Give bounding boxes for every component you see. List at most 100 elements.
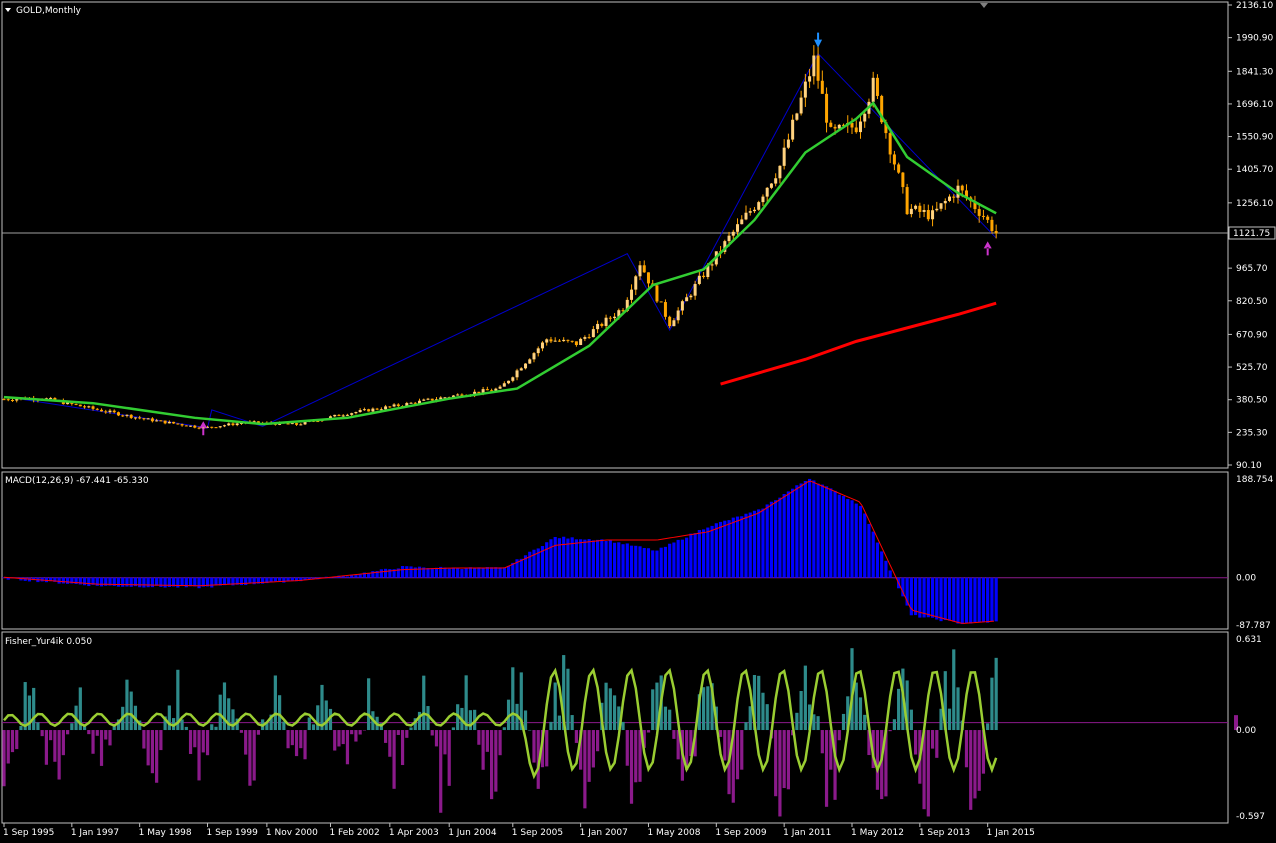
macd-histogram-bar [82, 577, 87, 586]
macd-histogram-bar [914, 577, 918, 616]
fisher-bar [44, 730, 48, 765]
fisher-bar [362, 730, 366, 731]
fisher-bar [608, 688, 612, 731]
macd-histogram-bar [935, 577, 939, 620]
fisher-bar [91, 730, 95, 754]
candle-body [299, 424, 303, 426]
fisher-bar [324, 700, 328, 731]
price-tick-label: 1256.10 [1236, 199, 1273, 209]
candle-body [613, 316, 617, 319]
candle-body [375, 408, 379, 410]
fisher-bar [129, 691, 133, 731]
macd-histogram-bar [744, 513, 748, 578]
fisher-bar [854, 682, 858, 731]
candle-body [524, 363, 528, 369]
macd-histogram-bar [460, 569, 464, 578]
candle-body [672, 320, 676, 327]
fisher-bar [40, 730, 44, 737]
fisher-tick-label: -0.597 [1236, 812, 1265, 822]
fisher-bar [36, 722, 40, 731]
chart-canvas[interactable]: 2136.10 1990.90 1841.30 1696.10 1550.90 1405.… [0, 0, 1276, 839]
x-tick-label: 1 Jan 1997 [71, 828, 119, 838]
candle-body [791, 119, 795, 140]
macd-histogram-bar [371, 571, 375, 578]
price-panel-frame [1, 1, 1229, 469]
fisher-bar [744, 722, 748, 731]
macd-histogram-bar [727, 520, 731, 578]
fisher-bar [197, 730, 201, 781]
candle-body [345, 414, 349, 416]
macd-histogram-bar [833, 490, 837, 578]
fisher-bar [786, 730, 790, 790]
candle-body [180, 424, 184, 426]
chart-title[interactable]: GOLD,Monthly [5, 6, 82, 16]
fisher-bar [350, 730, 354, 735]
fisher-bar [23, 682, 27, 731]
macd-histogram-bar [116, 577, 121, 587]
fisher-bar [248, 730, 252, 786]
price-layer [2, 32, 1228, 436]
macd-histogram-bar [227, 577, 231, 585]
candle-body [833, 126, 837, 129]
trading-chart[interactable]: 2136.10 1990.90 1841.30 1696.10 1550.90 1405.… [0, 0, 1276, 839]
candle-body [150, 418, 154, 422]
candle-body [189, 425, 193, 427]
chart-shift-marker-icon[interactable] [980, 3, 988, 8]
candle-body [935, 208, 939, 211]
fisher-bar [930, 730, 935, 749]
candle-body [702, 275, 706, 278]
candle-body [333, 414, 337, 417]
macd-histogram-bar [922, 577, 926, 618]
fisher-bar [549, 721, 553, 731]
x-tick-label: 1 Jan 2011 [783, 828, 831, 838]
fisher-bar [774, 730, 778, 797]
candle-body [676, 310, 680, 321]
fisher-bar [914, 730, 918, 755]
fisher-bar [795, 712, 799, 731]
macd-histogram-bar [837, 494, 841, 578]
fisher-bar [625, 730, 629, 766]
fisher-bar [964, 730, 969, 768]
fisher-bar [396, 730, 400, 735]
macd-histogram-bar [850, 500, 854, 578]
candle-body [112, 410, 116, 413]
candle-body [782, 147, 786, 166]
price-tick-label: 90.10 [1236, 461, 1262, 471]
x-tick-label: 1 Jan 2007 [580, 828, 628, 838]
macd-histogram-bar [757, 509, 761, 578]
macd-histogram-bar [659, 547, 663, 578]
fisher-bar [388, 730, 392, 757]
macd-histogram-bar [994, 577, 998, 622]
fisher-bar [782, 730, 786, 789]
macd-histogram-bar [863, 513, 867, 578]
macd-histogram-bar [345, 576, 350, 578]
buy-arrow-icon [199, 421, 208, 436]
fisher-bar [875, 730, 880, 790]
fisher-bar [422, 675, 426, 731]
candle-body [426, 398, 430, 400]
candle-body [922, 209, 926, 212]
candle-body [155, 420, 159, 422]
candle-body [901, 172, 905, 188]
macd-histogram-bar [574, 539, 578, 578]
candle-body [587, 337, 591, 339]
fisher-bar [188, 730, 193, 754]
candle-body [825, 93, 829, 123]
x-tick-label: 1 Sep 1999 [207, 828, 259, 838]
candle-body [566, 339, 570, 341]
fisher-bar [799, 690, 803, 731]
macd-histogram-bar [888, 570, 892, 578]
macd-histogram-bar [99, 577, 104, 587]
fisher-bar [591, 730, 595, 768]
fisher-bar [354, 730, 358, 742]
macd-histogram-bar [608, 540, 612, 578]
macd-histogram-bar [829, 488, 833, 578]
ma-slow-line [720, 301, 997, 386]
macd-histogram-bar [646, 548, 651, 578]
candle-body [218, 426, 222, 428]
macd-tick-label: 188.754 [1236, 475, 1273, 485]
macd-tick-label: 0.00 [1236, 574, 1256, 584]
fisher-bar [935, 730, 939, 758]
macd-histogram-bar [812, 480, 816, 578]
collapse-triangle-icon[interactable] [5, 8, 11, 12]
